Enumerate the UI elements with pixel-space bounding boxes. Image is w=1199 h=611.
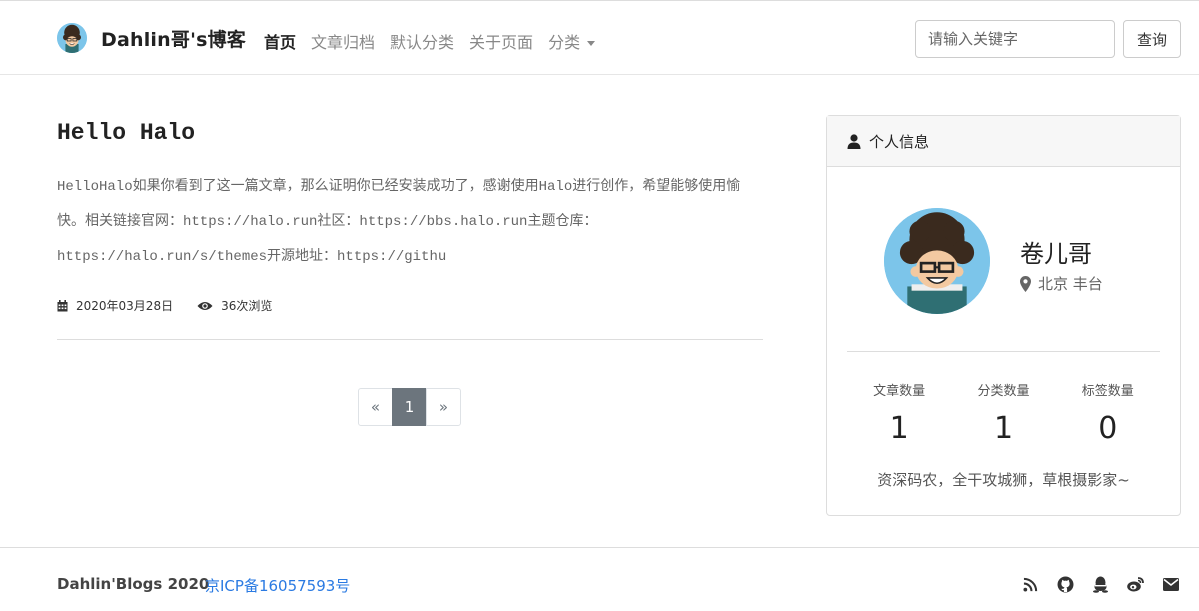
user-icon	[847, 133, 861, 149]
site-title[interactable]: Dahlin哥's博客	[101, 25, 246, 52]
search-input[interactable]	[915, 20, 1115, 58]
stat-label: 分类数量	[977, 384, 1030, 399]
profile-stats: 文章数量 1 分类数量 1 标签数量 0	[847, 380, 1160, 446]
chevron-down-icon	[587, 41, 596, 46]
footer: Dahlin'Blogs 2020 京ICP备16057593号	[0, 547, 1199, 611]
profile-card-title: 个人信息	[869, 132, 930, 151]
stat-label: 标签数量	[1081, 384, 1134, 399]
qq-icon[interactable]	[1091, 575, 1110, 594]
weibo-icon[interactable]	[1126, 575, 1145, 594]
profile-location: 北京 丰台	[1020, 273, 1103, 294]
stat-value: 0	[1098, 411, 1118, 446]
stat-value: 1	[889, 411, 909, 446]
post-views: 36次浏览	[197, 297, 272, 314]
stat-posts: 文章数量 1	[854, 380, 944, 446]
avatar	[884, 208, 990, 314]
site-avatar	[57, 23, 87, 53]
location-pin-icon	[1020, 275, 1031, 292]
post-meta: 2020年03月28日 36次浏览	[57, 297, 296, 314]
eye-icon	[197, 301, 213, 310]
nav-item-categories-label: 分类	[548, 33, 581, 52]
footer-icp-link[interactable]: 京ICP备16057593号	[205, 575, 350, 596]
profile-bio: 资深码农，全干攻城狮，草根摄影家~	[877, 471, 1130, 489]
calendar-icon	[57, 299, 68, 311]
main-nav: 首页 文章归档 默认分类 关于页面 分类	[264, 29, 610, 53]
rss-icon[interactable]	[1021, 575, 1040, 594]
github-icon[interactable]	[1056, 575, 1075, 594]
post-excerpt: HelloHalo如果你看到了这一篇文章，那么证明你已经安装成功了，感谢使用Ha…	[57, 179, 741, 265]
nav-item-home[interactable]: 首页	[264, 29, 296, 53]
post-date: 2020年03月28日	[57, 297, 173, 314]
post-views-text: 36次浏览	[221, 299, 273, 313]
profile-location-text: 北京 丰台	[1038, 275, 1103, 293]
post-date-text: 2020年03月28日	[76, 299, 174, 313]
stat-tags: 标签数量 0	[1063, 380, 1153, 446]
pagination-prev-button[interactable]: «	[358, 388, 393, 426]
card-divider	[847, 351, 1160, 352]
profile-name: 卷儿哥	[1020, 240, 1092, 268]
pagination-page-1[interactable]: 1	[392, 388, 427, 426]
nav-item-about[interactable]: 关于页面	[469, 29, 533, 53]
navbar: Dahlin哥's博客 首页 文章归档 默认分类 关于页面 分类 查询	[0, 0, 1199, 75]
pagination-next-button[interactable]: »	[426, 388, 461, 426]
stat-value: 1	[993, 411, 1014, 446]
profile-card: 个人信息 卷儿哥 北京 丰台 文章数量 1 分类数量 1 标签数量 0 资深码农…	[826, 115, 1181, 516]
stat-label: 文章数量	[873, 384, 926, 399]
pagination: « 1 »	[358, 388, 461, 426]
footer-copyright: Dahlin'Blogs 2020	[57, 575, 210, 593]
post-divider	[57, 339, 763, 340]
profile-card-header: 个人信息	[827, 116, 1180, 167]
footer-social-icons	[1021, 575, 1180, 594]
search-button[interactable]: 查询	[1123, 20, 1181, 58]
stat-categories: 分类数量 1	[958, 380, 1048, 446]
post-title[interactable]: Hello Halo	[57, 120, 195, 146]
nav-item-default-category[interactable]: 默认分类	[390, 29, 454, 53]
nav-item-archives[interactable]: 文章归档	[311, 29, 375, 53]
nav-item-categories-dropdown[interactable]: 分类	[548, 29, 596, 53]
email-icon[interactable]	[1161, 575, 1180, 594]
brand[interactable]: Dahlin哥's博客	[57, 23, 246, 53]
